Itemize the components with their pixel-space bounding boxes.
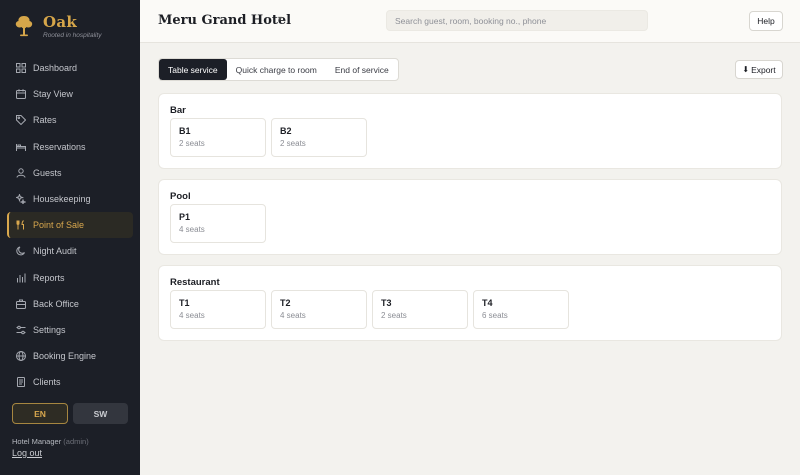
bar-chart-icon: [16, 273, 26, 283]
sidebar-item-label: Back Office: [33, 298, 79, 309]
sidebar-item-reservations[interactable]: Reservations: [7, 134, 133, 160]
sidebar: Oak Rooted in hospitality Dashboard Stay…: [0, 0, 140, 475]
tab-table-service[interactable]: Table service: [159, 59, 227, 80]
sidebar-item-label: Rates: [33, 115, 57, 126]
export-button[interactable]: ⬇ Export: [735, 60, 783, 79]
user-role: Hotel Manager (admin): [12, 437, 89, 446]
sparkle-icon: [16, 194, 26, 205]
sidebar-item-dashboard[interactable]: Dashboard: [7, 55, 133, 81]
table-name: P1: [179, 212, 191, 222]
brand[interactable]: Oak Rooted in hospitality: [14, 13, 102, 39]
table-seats: 6 seats: [482, 311, 508, 320]
section-restaurant: Restaurant T1 4 seats T2 4 seats T3 2 se…: [158, 265, 782, 341]
sidebar-item-label: Point of Sale: [33, 220, 85, 231]
logout-link[interactable]: Log out: [12, 448, 42, 458]
document-icon: [16, 377, 26, 388]
download-icon: ⬇: [742, 65, 750, 74]
language-switcher: EN SW: [12, 403, 128, 424]
table-name: T3: [381, 298, 392, 308]
table-card[interactable]: P1 4 seats: [170, 204, 266, 243]
briefcase-icon: [16, 299, 26, 309]
sidebar-item-rates[interactable]: Rates: [7, 107, 133, 133]
section-title: Bar: [170, 105, 186, 116]
help-button[interactable]: Help: [749, 11, 783, 31]
table-list: B1 2 seats B2 2 seats: [170, 118, 367, 157]
section-title: Pool: [170, 191, 191, 202]
sidebar-item-guests[interactable]: Guests: [7, 160, 133, 186]
section-bar: Bar B1 2 seats B2 2 seats: [158, 93, 782, 169]
sidebar-item-label: Reservations: [33, 141, 86, 152]
sidebar-item-label: Housekeeping: [33, 194, 91, 205]
table-name: T1: [179, 298, 190, 308]
tag-icon: [16, 115, 26, 126]
table-seats: 4 seats: [179, 311, 205, 320]
table-card[interactable]: T1 4 seats: [170, 290, 266, 329]
sidebar-nav: Dashboard Stay View Rates Reservations G…: [7, 55, 133, 395]
table-list: P1 4 seats: [170, 204, 266, 243]
sidebar-item-label: Booking Engine: [33, 351, 97, 362]
table-card[interactable]: T2 4 seats: [271, 290, 367, 329]
section-title: Restaurant: [170, 277, 220, 288]
table-name: T2: [280, 298, 291, 308]
sidebar-item-point-of-sale[interactable]: Point of Sale: [7, 212, 133, 239]
user-role-sub: (admin): [63, 437, 89, 446]
table-card[interactable]: T4 6 seats: [473, 290, 569, 329]
hotel-name[interactable]: Meru Grand Hotel: [158, 13, 291, 28]
sidebar-item-stay-view[interactable]: Stay View: [7, 81, 133, 107]
user-icon: [16, 168, 26, 178]
table-card[interactable]: T3 2 seats: [372, 290, 468, 329]
sidebar-item-back-office[interactable]: Back Office: [7, 291, 133, 317]
table-seats: 2 seats: [381, 311, 407, 320]
top-header: Meru Grand Hotel ▾ Help: [140, 0, 800, 43]
gear-icon: [16, 325, 26, 335]
bed-icon: [16, 142, 26, 152]
table-name: B2: [280, 126, 292, 136]
sidebar-item-night-audit[interactable]: Night Audit: [7, 238, 133, 264]
export-label: Export: [751, 64, 776, 75]
oak-tree-logo: [15, 16, 33, 37]
section-pool: Pool P1 4 seats: [158, 179, 782, 255]
sidebar-item-label: Dashboard: [33, 63, 78, 74]
table-card[interactable]: B1 2 seats: [170, 118, 266, 157]
hotel-switch-caret-icon[interactable]: ▾: [278, 14, 282, 23]
table-seats: 2 seats: [179, 139, 205, 148]
search-input[interactable]: [386, 10, 648, 31]
sidebar-item-label: Stay View: [33, 89, 73, 100]
user-role-label: Hotel Manager: [12, 437, 62, 446]
tab-end-of-service[interactable]: End of service: [326, 59, 398, 80]
globe-icon: [16, 351, 26, 362]
grid-icon: [16, 63, 26, 74]
table-seats: 4 seats: [280, 311, 306, 320]
sidebar-item-label: Guests: [33, 167, 62, 178]
calendar-icon: [16, 89, 26, 100]
table-card[interactable]: B2 2 seats: [271, 118, 367, 157]
language-sw-button[interactable]: SW: [73, 403, 128, 424]
table-seats: 4 seats: [179, 225, 205, 234]
sidebar-item-booking-engine[interactable]: Booking Engine: [7, 343, 133, 369]
sidebar-item-label: Reports: [33, 272, 65, 283]
sidebar-item-label: Night Audit: [33, 246, 77, 257]
sidebar-item-reports[interactable]: Reports: [7, 265, 133, 291]
sidebar-item-settings[interactable]: Settings: [7, 317, 133, 343]
sidebar-item-label: Clients: [33, 377, 61, 388]
language-en-button[interactable]: EN: [12, 403, 68, 424]
table-list: T1 4 seats T2 4 seats T3 2 seats T4 6 se…: [170, 290, 569, 329]
table-name: T4: [482, 298, 493, 308]
pos-tabs: Table service Quick charge to room End o…: [158, 58, 399, 81]
table-name: B1: [179, 126, 191, 136]
tab-quick-charge-to-room[interactable]: Quick charge to room: [227, 59, 326, 80]
sidebar-item-clients[interactable]: Clients: [7, 369, 133, 395]
table-seats: 2 seats: [280, 139, 306, 148]
brand-name: Oak: [43, 13, 78, 31]
sidebar-item-label: Settings: [33, 324, 66, 335]
brand-tagline: Rooted in hospitality: [43, 32, 102, 39]
moon-icon: [16, 246, 26, 256]
utensils-icon: [16, 220, 26, 230]
sidebar-item-housekeeping[interactable]: Housekeeping: [7, 186, 133, 212]
